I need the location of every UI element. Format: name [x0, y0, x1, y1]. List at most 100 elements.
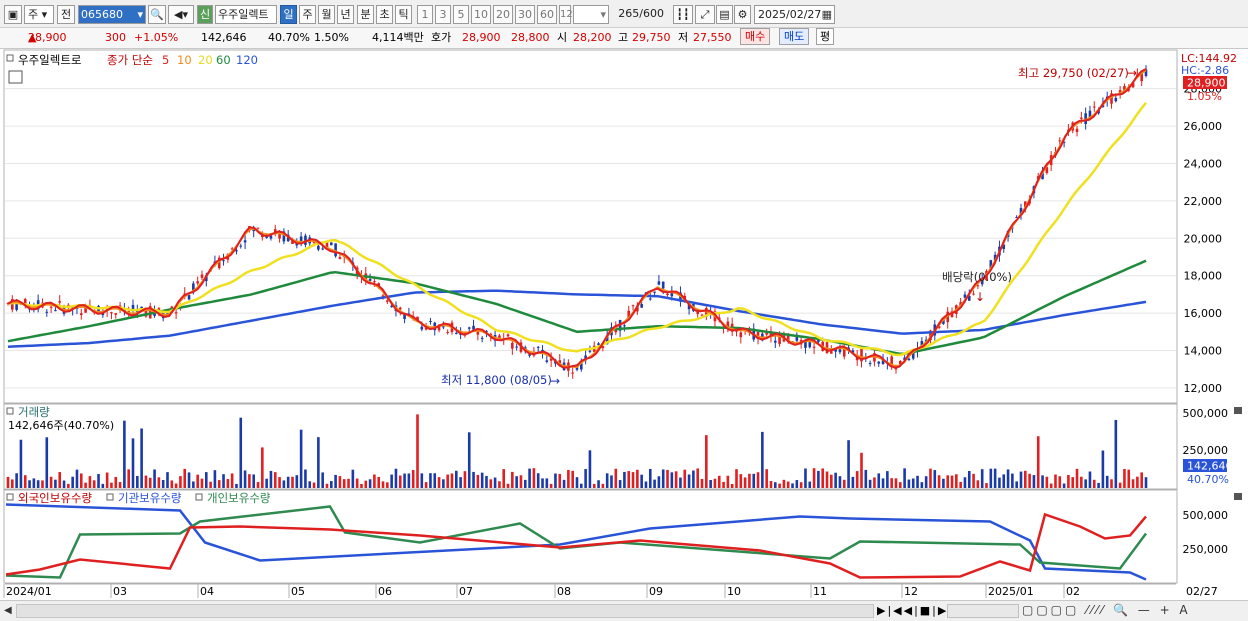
volume-bar: [605, 473, 609, 488]
candle-body: [623, 325, 626, 327]
holding-panel-close-icon[interactable]: [1234, 493, 1242, 500]
volume-bar: [998, 477, 1001, 488]
holding-ytick: 250,000: [1183, 543, 1229, 556]
volume-panel-close-icon[interactable]: [1234, 407, 1242, 414]
candle-body: [700, 314, 704, 316]
volume-bar: [743, 477, 747, 488]
period-year[interactable]: 년: [337, 5, 354, 24]
buy-button[interactable]: 매수: [740, 28, 771, 45]
period-minute[interactable]: 분: [357, 5, 374, 24]
period-tick[interactable]: 틱: [395, 5, 412, 24]
stock-code-value: 065680: [81, 8, 123, 21]
candle-body: [114, 313, 118, 315]
speaker-icon[interactable]: ◀▾: [168, 5, 194, 24]
x-label: 05: [291, 585, 305, 598]
volume-bar: [1075, 468, 1079, 488]
volume-bar: [213, 470, 217, 488]
volume-bar: [166, 472, 169, 488]
save-icon[interactable]: ▤: [716, 5, 733, 24]
candle-body: [329, 242, 333, 246]
interval-120[interactable]: 120: [559, 5, 579, 24]
candle-body: [536, 346, 540, 348]
volume-bar: [1054, 474, 1057, 488]
candle-body: [368, 278, 372, 281]
volume-bar: [674, 471, 678, 488]
table-view-icon[interactable]: [8, 70, 23, 84]
volume-bar: [648, 468, 652, 488]
draw-tool-icon[interactable]: ⤢: [695, 5, 715, 24]
volume-bar: [562, 479, 566, 488]
volume-bar: [842, 479, 846, 488]
price-ytick: 24,000: [1184, 157, 1223, 170]
ma60-label: 60: [216, 53, 231, 67]
interval-10[interactable]: 10: [471, 5, 491, 24]
tool-icons[interactable]: ▢▢▢▢ ⁄⁄⁄⁄ 🔍 — + A: [1022, 603, 1191, 617]
search-icon[interactable]: 🔍: [148, 5, 166, 24]
candle-body: [222, 260, 225, 262]
candle-body: [110, 312, 113, 314]
market-select[interactable]: 주 ▾: [24, 5, 54, 24]
volume-bar: [282, 480, 286, 488]
candle-body: [1092, 106, 1096, 108]
interval-dropdown[interactable]: ▾: [573, 5, 609, 24]
price-ytick: 22,000: [1184, 195, 1223, 208]
volume-bar: [429, 473, 432, 488]
volume-bar: [217, 480, 221, 488]
interval-5[interactable]: 5: [453, 5, 469, 24]
volume-bar: [377, 476, 381, 488]
volume-bar: [88, 476, 92, 488]
volume-bar: [705, 435, 708, 488]
volume-bar: [230, 473, 234, 488]
bar-count-value: 265: [618, 7, 640, 20]
volume-bar: [1080, 476, 1083, 488]
volume-bar: [136, 475, 139, 488]
scope-button[interactable]: 전: [57, 5, 75, 24]
interval-60[interactable]: 60: [537, 5, 557, 24]
interval-30[interactable]: 30: [515, 5, 535, 24]
interval-3[interactable]: 3: [435, 5, 451, 24]
volume-bar: [485, 475, 488, 488]
volume-bar: [614, 468, 618, 488]
new-badge[interactable]: 신: [197, 5, 213, 24]
volume-pct-tag: 40.70%: [1187, 473, 1229, 486]
volume-bar: [62, 480, 66, 488]
candle-body: [480, 337, 484, 339]
period-day[interactable]: 일: [280, 5, 297, 24]
stock-chart[interactable]: 28,00026,00024,00022,00020,00018,00016,0…: [0, 49, 1248, 601]
bar-count-field[interactable]: 265/600: [612, 5, 666, 24]
period-week[interactable]: 주: [299, 5, 316, 24]
candle-body: [808, 342, 812, 348]
eval-button[interactable]: 평: [816, 28, 835, 45]
volume-bar: [437, 477, 441, 488]
volume-bar: [450, 473, 454, 488]
candle-icon[interactable]: ┇┇: [673, 5, 693, 24]
chart-window-icon[interactable]: ▣: [4, 5, 22, 24]
sell-button[interactable]: 매도: [779, 28, 810, 45]
scroll-track[interactable]: [16, 604, 874, 618]
volume-bar: [15, 473, 18, 488]
period-month[interactable]: 월: [318, 5, 335, 24]
interval-20[interactable]: 20: [493, 5, 513, 24]
gear-icon[interactable]: ⚙: [734, 5, 751, 24]
volume-bar: [1041, 475, 1044, 488]
volume-bar: [584, 469, 587, 488]
calendar-icon[interactable]: ▦: [822, 6, 832, 23]
bar-count-max: /600: [639, 7, 664, 20]
stock-name-field[interactable]: 우주일렉트: [215, 5, 277, 24]
open-label: 시: [557, 31, 568, 44]
scroll-left-icon[interactable]: ◀: [4, 605, 14, 617]
zoom-slider[interactable]: [947, 604, 1019, 618]
volume-bar: [196, 474, 199, 488]
volume-bar: [1140, 472, 1143, 488]
volume-bar: [1105, 475, 1109, 488]
quote-bar: 28,900 ▲ 300 +1.05% 142,646 40.70% 1.50%…: [0, 28, 1248, 49]
stock-code-input[interactable]: 065680 ▾: [78, 5, 146, 24]
volume-bar: [239, 417, 243, 488]
date-input[interactable]: 2025/02/27 ▦: [754, 5, 835, 24]
volume-bar: [752, 473, 756, 488]
period-second[interactable]: 초: [376, 5, 393, 24]
volume-bar: [420, 473, 424, 488]
volume-bar: [472, 471, 475, 488]
interval-1[interactable]: 1: [417, 5, 433, 24]
volume-bar: [1088, 471, 1092, 488]
